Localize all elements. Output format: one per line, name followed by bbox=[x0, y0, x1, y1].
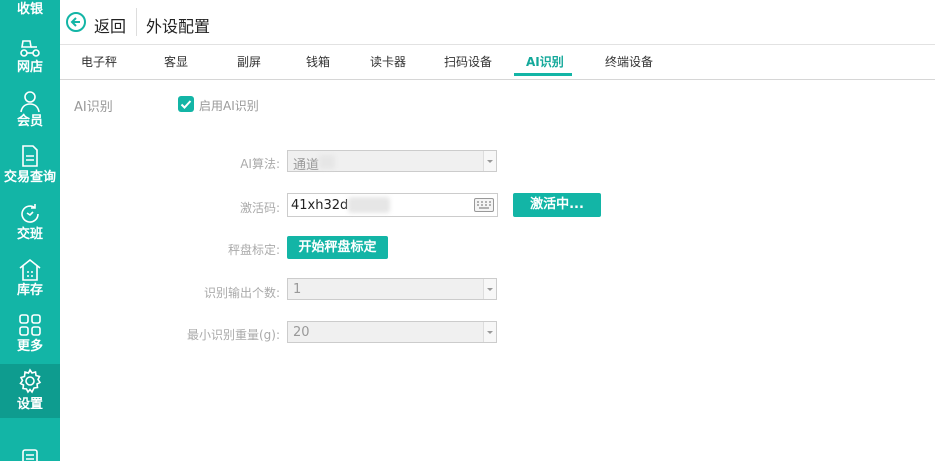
sidebar-item-settings[interactable]: 设置 bbox=[0, 364, 60, 418]
algorithm-select[interactable]: 通道 bbox=[287, 150, 497, 173]
shift-icon bbox=[21, 204, 39, 223]
sidebar-item-label: 网店 bbox=[16, 60, 43, 75]
scooter-icon bbox=[20, 40, 40, 57]
tab-card-reader[interactable]: 读卡器 bbox=[370, 45, 406, 79]
gear-icon bbox=[19, 368, 42, 394]
warehouse-icon bbox=[19, 258, 41, 281]
tab-secondary-screen[interactable]: 副屏 bbox=[237, 45, 261, 79]
sidebar-item-label: 设置 bbox=[16, 397, 43, 412]
sidebar-item-cashier-label[interactable]: 收银 bbox=[0, 2, 60, 18]
sidebar: 收银 网店 会员 交易查询 交班 库存 更多 设置 bbox=[0, 0, 60, 461]
keyboard-icon[interactable] bbox=[474, 198, 494, 212]
back-button[interactable]: 返回 bbox=[94, 13, 126, 37]
header-divider bbox=[136, 8, 137, 36]
tab-bar: 电子秤 客显 副屏 钱箱 读卡器 扫码设备 AI识别 终端设备 bbox=[60, 45, 935, 80]
tab-cash-drawer[interactable]: 钱箱 bbox=[306, 45, 330, 79]
tab-scanner[interactable]: 扫码设备 bbox=[444, 45, 492, 79]
tab-customer-display[interactable]: 客显 bbox=[164, 45, 188, 79]
sidebar-item-online-store[interactable]: 网店 bbox=[0, 32, 60, 84]
back-arrow-icon[interactable] bbox=[66, 12, 86, 32]
enable-ai-checkbox[interactable] bbox=[178, 96, 194, 112]
sidebar-item-inventory[interactable]: 库存 bbox=[0, 254, 60, 306]
document-icon bbox=[22, 145, 38, 167]
redacted-text bbox=[319, 155, 335, 169]
section-title: AI识别 bbox=[74, 100, 113, 115]
chevron-down-icon bbox=[483, 322, 496, 342]
sidebar-item-label: 会员 bbox=[16, 114, 43, 129]
algorithm-label: AI算法: bbox=[240, 157, 280, 171]
sidebar-item-label: 交易查询 bbox=[3, 170, 56, 185]
algorithm-value: 通道 bbox=[293, 158, 320, 173]
output-count-value: 1 bbox=[293, 282, 302, 297]
redacted-text bbox=[348, 197, 390, 213]
chevron-down-icon bbox=[483, 151, 496, 171]
activation-code-label: 激活码: bbox=[239, 201, 280, 215]
output-count-select[interactable]: 1 bbox=[287, 278, 497, 300]
sidebar-item-label: 交班 bbox=[16, 227, 43, 242]
active-tab-indicator bbox=[514, 73, 572, 76]
page-title: 外设配置 bbox=[146, 17, 211, 36]
chevron-down-icon bbox=[483, 279, 496, 299]
tab-scale[interactable]: 电子秤 bbox=[81, 45, 117, 79]
user-icon bbox=[20, 91, 40, 113]
output-count-label: 识别输出个数: bbox=[203, 286, 280, 300]
ai-settings-panel: AI识别 启用AI识别 AI算法: 通道 激活码: 41xh32d 激活中...… bbox=[60, 80, 935, 461]
sidebar-item-more[interactable]: 更多 bbox=[0, 310, 60, 362]
sidebar-item-member[interactable]: 会员 bbox=[0, 86, 60, 138]
min-weight-select[interactable]: 20 bbox=[287, 321, 497, 343]
min-weight-label: 最小识别重量(g): bbox=[186, 328, 280, 342]
enable-ai-label: 启用AI识别 bbox=[199, 99, 259, 113]
grid-icon bbox=[19, 314, 41, 336]
tray-calibration-label: 秤盘标定: bbox=[227, 243, 280, 257]
activate-button[interactable]: 激活中... bbox=[513, 193, 601, 217]
tab-terminal-device[interactable]: 终端设备 bbox=[605, 45, 653, 79]
start-calibration-button[interactable]: 开始秤盘标定 bbox=[287, 236, 388, 259]
sidebar-item-label: 库存 bbox=[16, 283, 43, 298]
sidebar-item-transactions[interactable]: 交易查询 bbox=[0, 142, 60, 194]
checkmark-icon bbox=[180, 100, 192, 109]
activation-code-value: 41xh32d bbox=[291, 198, 349, 213]
min-weight-value: 20 bbox=[293, 325, 310, 340]
activation-code-input[interactable]: 41xh32d bbox=[287, 193, 498, 217]
header: 返回 外设配置 bbox=[60, 0, 935, 45]
book-icon[interactable] bbox=[20, 448, 40, 461]
sidebar-item-shift[interactable]: 交班 bbox=[0, 198, 60, 250]
sidebar-item-label: 更多 bbox=[16, 339, 43, 354]
